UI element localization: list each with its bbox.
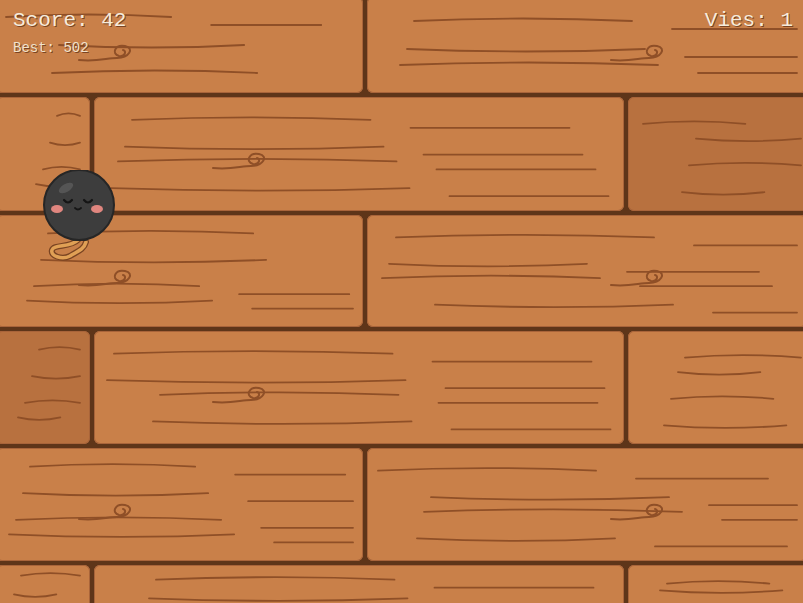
plank-row — [0, 0, 803, 93]
wood-plank — [94, 565, 624, 603]
wood-plank — [0, 448, 363, 561]
wood-plank — [628, 97, 803, 211]
score-label: Score: 42 — [13, 8, 126, 33]
plank-row — [0, 215, 803, 327]
bomb-character-icon[interactable] — [40, 170, 120, 270]
hud: Score: 42 Best: 502 Vies: 1 — [0, 0, 803, 603]
best-score-label: Best: 502 — [13, 40, 89, 57]
wood-plank — [0, 215, 363, 327]
wood-plank — [0, 331, 90, 444]
wood-plank — [628, 565, 803, 603]
wood-plank — [94, 331, 624, 444]
plank-row — [0, 448, 803, 561]
wood-floor — [0, 0, 803, 600]
plank-row — [0, 97, 803, 211]
plank-row — [0, 565, 803, 603]
lives-label: Vies: 1 — [705, 8, 793, 33]
wood-plank — [367, 448, 803, 561]
wood-plank — [0, 0, 363, 93]
wood-plank — [367, 215, 803, 327]
wood-plank — [0, 565, 90, 603]
plank-row — [0, 331, 803, 444]
wood-plank — [628, 331, 803, 444]
wood-plank — [367, 0, 803, 93]
wood-plank — [94, 97, 624, 211]
game-canvas[interactable]: Score: 42 Best: 502 Vies: 1 — [0, 0, 803, 603]
